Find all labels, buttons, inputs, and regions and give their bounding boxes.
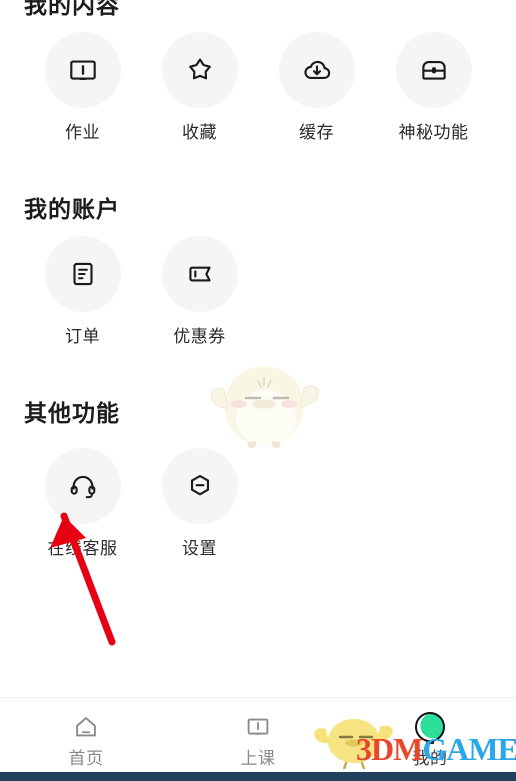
grid-item-cache[interactable]: 缓存 <box>258 32 375 143</box>
profile-content-area[interactable]: 我的内容 作业 收藏 缓存 神秘功能 我的账户 订单 优惠券 其他功能 在线客服… <box>0 0 516 697</box>
treasure-chest-icon <box>421 60 446 80</box>
section-my-content: 我的内容 作业 收藏 缓存 神秘功能 <box>0 0 516 143</box>
book-icon <box>69 60 96 80</box>
section-title-other-features: 其他功能 <box>24 400 120 426</box>
coupons-icon-bubble[interactable] <box>161 236 238 312</box>
profile-avatar-icon <box>415 712 445 742</box>
tab-home-icon-wrap <box>71 711 101 743</box>
tab-label: 我的 <box>412 749 448 768</box>
online-service-icon-bubble[interactable] <box>44 448 121 524</box>
grid-item-label: 设置 <box>182 539 217 558</box>
tab-class-icon-wrap <box>243 711 273 743</box>
settings-icon-bubble[interactable] <box>161 448 238 524</box>
home-icon <box>76 717 96 737</box>
grid-item-favorites[interactable]: 收藏 <box>141 32 258 143</box>
section-title-my-account: 我的账户 <box>24 196 120 222</box>
mystery-feature-icon-bubble[interactable] <box>395 32 472 108</box>
coupon-ticket-icon <box>188 266 211 282</box>
grid-item-label: 收藏 <box>182 123 217 142</box>
grid-item-label: 作业 <box>65 123 100 142</box>
tab-label: 上课 <box>240 749 276 768</box>
grid-my-content: 作业 收藏 缓存 神秘功能 <box>24 32 492 143</box>
bottom-tab-bar[interactable]: 首页 上课 我的 <box>0 697 516 772</box>
orders-icon-bubble[interactable] <box>44 236 121 312</box>
section-my-account: 我的账户 订单 优惠券 <box>0 196 516 347</box>
grid-item-label: 在线客服 <box>47 539 118 558</box>
tab-mine-icon-wrap <box>408 707 452 747</box>
tab-class[interactable]: 上课 <box>172 711 344 769</box>
favorites-icon-bubble[interactable] <box>161 32 238 108</box>
grid-item-online-service[interactable]: 在线客服 <box>24 448 141 559</box>
tab-label: 首页 <box>68 749 104 768</box>
grid-item-mystery-feature[interactable]: 神秘功能 <box>375 32 492 143</box>
grid-item-orders[interactable]: 订单 <box>24 236 141 347</box>
grid-item-label: 缓存 <box>299 123 334 142</box>
headset-icon <box>70 475 95 499</box>
cache-icon-bubble[interactable] <box>278 32 355 108</box>
app-screen: 我的内容 作业 收藏 缓存 神秘功能 我的账户 订单 优惠券 其他功能 在线客服… <box>0 0 516 781</box>
tab-mine[interactable]: 我的 <box>344 707 516 769</box>
star-icon <box>188 58 211 80</box>
grid-item-coupons[interactable]: 优惠券 <box>141 236 258 347</box>
order-document-icon <box>72 262 93 286</box>
system-navigation-bar <box>0 772 516 781</box>
tab-home[interactable]: 首页 <box>0 711 172 769</box>
grid-item-settings[interactable]: 设置 <box>141 448 258 559</box>
grid-item-label: 订单 <box>65 327 100 346</box>
grid-item-label: 优惠券 <box>173 327 226 346</box>
homework-icon-bubble[interactable] <box>44 32 121 108</box>
hexagon-settings-icon <box>190 474 209 496</box>
open-book-icon <box>247 718 269 735</box>
section-title-my-content: 我的内容 <box>24 0 120 18</box>
grid-item-homework[interactable]: 作业 <box>24 32 141 143</box>
grid-my-account: 订单 优惠券 <box>24 236 492 347</box>
grid-item-label: 神秘功能 <box>398 123 469 142</box>
section-other-features: 其他功能 在线客服 设置 <box>0 400 516 559</box>
grid-other-features: 在线客服 设置 <box>24 448 492 559</box>
cloud-download-icon <box>303 60 330 80</box>
